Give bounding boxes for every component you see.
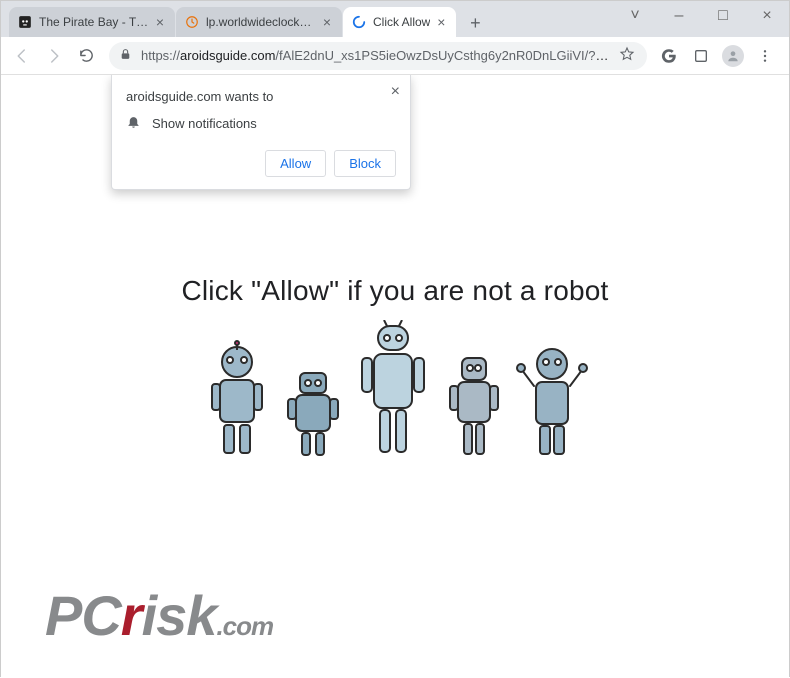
close-icon[interactable]: × [320, 15, 334, 29]
back-button[interactable] [7, 41, 37, 71]
tab-title: Click Allow [373, 15, 430, 29]
url-protocol: https:// [141, 48, 180, 63]
webpage-content: × aroidsguide.com wants to Show notifica… [1, 75, 789, 678]
clock-icon [184, 14, 200, 30]
reload-button[interactable] [71, 41, 101, 71]
page-message: Click "Allow" if you are not a robot [1, 275, 789, 307]
reload-icon [78, 47, 95, 64]
lock-icon [119, 48, 133, 64]
avatar-icon [722, 45, 744, 67]
robot-1-icon [202, 340, 272, 460]
watermark-part3: isk [142, 584, 217, 647]
menu-dots-icon [757, 48, 773, 64]
dropdown-button[interactable]: ˅ [613, 1, 657, 31]
plus-icon: + [470, 13, 481, 34]
watermark-part1: PC [45, 584, 121, 647]
bookmark-button[interactable] [619, 46, 637, 65]
robot-4-icon [444, 348, 504, 460]
extension-button[interactable] [687, 42, 715, 70]
address-bar[interactable]: https://aroidsguide.com/fAlE2dnU_xs1PS5i… [109, 42, 647, 70]
star-icon [619, 46, 635, 62]
titlebar: The Pirate Bay - The gal... × lp.worldwi… [1, 1, 789, 37]
close-icon[interactable]: × [434, 15, 448, 29]
watermark-ext: .com [216, 611, 273, 641]
watermark-accent: r [121, 584, 142, 647]
extension-icon [693, 48, 709, 64]
google-icon [660, 47, 678, 65]
tab-3[interactable]: Click Allow × [343, 7, 456, 37]
tab-title: The Pirate Bay - The gal... [39, 15, 149, 29]
chevron-down-icon: ˅ [630, 7, 639, 25]
forward-button[interactable] [39, 41, 69, 71]
arrow-right-icon [45, 47, 63, 65]
arrow-left-icon [13, 47, 31, 65]
profile-button[interactable] [719, 42, 747, 70]
tab-1[interactable]: The Pirate Bay - The gal... × [9, 7, 175, 37]
close-icon[interactable]: × [153, 15, 167, 29]
bell-icon [126, 114, 142, 132]
url-host: aroidsguide.com [180, 48, 275, 63]
robot-5-icon [516, 342, 588, 460]
url-text: https://aroidsguide.com/fAlE2dnU_xs1PS5i… [141, 48, 613, 63]
watermark: PCrisk.com [45, 583, 273, 648]
browser-toolbar: https://aroidsguide.com/fAlE2dnU_xs1PS5i… [1, 37, 789, 75]
close-window-button[interactable]: × [745, 1, 789, 31]
maximize-icon: □ [718, 7, 728, 25]
block-button[interactable]: Block [334, 150, 396, 177]
permission-title: aroidsguide.com wants to [126, 89, 396, 104]
toolbar-actions [655, 42, 783, 70]
minimize-icon: – [675, 7, 684, 25]
minimize-button[interactable]: – [657, 1, 701, 31]
permission-prompt: × aroidsguide.com wants to Show notifica… [111, 75, 411, 190]
menu-button[interactable] [751, 42, 779, 70]
tab-2[interactable]: lp.worldwideclockextens... × [176, 7, 342, 37]
close-prompt-button[interactable]: × [391, 83, 400, 101]
new-tab-button[interactable]: + [461, 9, 489, 37]
tab-strip: The Pirate Bay - The gal... × lp.worldwi… [9, 1, 489, 37]
google-search-button[interactable] [655, 42, 683, 70]
window-controls: ˅ – □ × [613, 1, 789, 31]
tab-title: lp.worldwideclockextens... [206, 15, 316, 29]
spinner-icon [351, 14, 367, 30]
permission-option: Show notifications [152, 116, 257, 131]
url-path: /fAlE2dnU_xs1PS5ieOwzDsUyCsthg6y2nR0DnLG… [275, 48, 613, 63]
robots-illustration [202, 320, 588, 460]
allow-button[interactable]: Allow [265, 150, 326, 177]
robot-2-icon [284, 365, 342, 460]
close-icon: × [762, 7, 771, 25]
skull-icon [17, 14, 33, 30]
robot-3-icon [354, 320, 432, 460]
maximize-button[interactable]: □ [701, 1, 745, 31]
